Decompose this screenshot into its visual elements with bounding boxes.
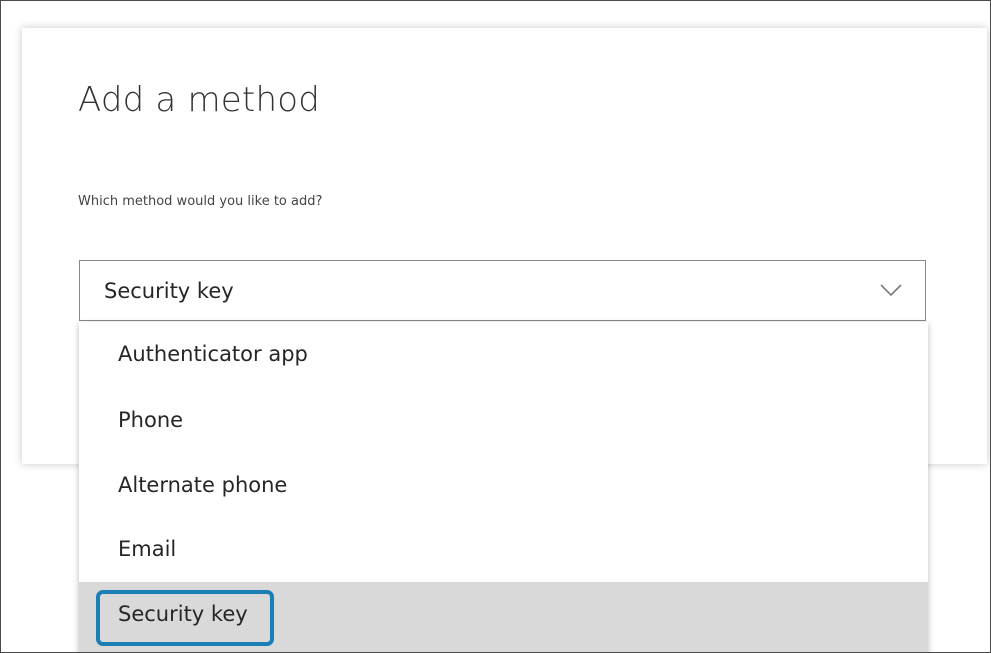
option-label: Security key <box>118 602 248 626</box>
option-email[interactable]: Email <box>79 517 928 581</box>
option-security-key[interactable]: Security key <box>79 582 928 652</box>
option-phone[interactable]: Phone <box>79 388 928 452</box>
method-select-value: Security key <box>104 279 234 303</box>
option-authenticator-app[interactable]: Authenticator app <box>79 322 928 386</box>
option-label: Phone <box>118 408 184 432</box>
chevron-down-icon <box>880 284 902 297</box>
method-options-list: Authenticator app Phone Alternate phone … <box>79 322 928 652</box>
option-label: Authenticator app <box>118 342 308 366</box>
option-label: Alternate phone <box>118 473 288 497</box>
method-select[interactable]: Security key <box>79 260 926 321</box>
option-label: Email <box>118 537 177 561</box>
screenshot-frame: Add a method Which method would you like… <box>0 0 991 653</box>
method-question-label: Which method would you like to add? <box>78 194 323 209</box>
dialog-title: Add a method <box>78 80 320 120</box>
option-alternate-phone[interactable]: Alternate phone <box>79 453 928 517</box>
